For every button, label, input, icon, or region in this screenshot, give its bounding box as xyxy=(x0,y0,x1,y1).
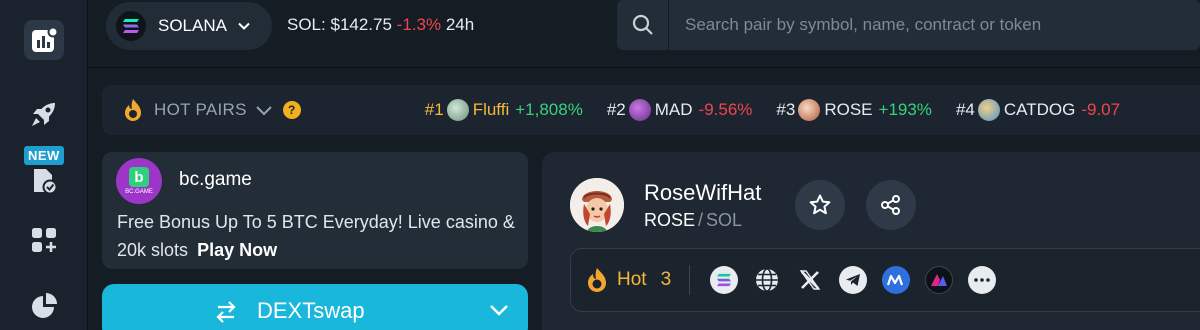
solana-logo-icon xyxy=(116,11,146,41)
hot-pairs-dropdown[interactable]: HOT PAIRS ? xyxy=(102,98,301,122)
token-links-bar: Hot 3 xyxy=(570,248,1200,312)
pie-chart-icon xyxy=(32,293,57,318)
search-bar xyxy=(617,0,1200,50)
help-icon[interactable]: ? xyxy=(282,101,301,119)
chart-icon xyxy=(32,26,58,52)
more-icon[interactable] xyxy=(968,266,997,294)
sidebar-item-documents[interactable] xyxy=(24,160,64,200)
telegram-icon[interactable] xyxy=(839,266,868,294)
token-avatar xyxy=(570,178,624,232)
dextswap-button[interactable]: DEXTswap xyxy=(102,284,528,330)
hot-pairs-list: #1 Fluffi +1,808% #2 MAD -9.56% #3 ROSE … xyxy=(425,99,1120,121)
hot-pair-item[interactable]: #4 CATDOG -9.07 xyxy=(956,99,1120,121)
share-button[interactable] xyxy=(866,180,916,230)
token-pair: ROSE / SOL xyxy=(644,210,743,230)
chain-selector[interactable]: SOLANA xyxy=(106,2,272,50)
swap-arrows-icon xyxy=(216,301,236,323)
hot-pair-item[interactable]: #1 Fluffi +1,808% xyxy=(425,99,583,121)
sidebar-item-rocket[interactable] xyxy=(24,94,64,134)
fluffi-coin-icon xyxy=(446,99,469,121)
sidebar-item-apps[interactable] xyxy=(24,220,64,260)
token-info-panel: RoseWifHat ROSE / SOL Hot 3 xyxy=(542,152,1200,330)
mad-coin-icon xyxy=(628,99,651,121)
coinmarketcap-icon[interactable] xyxy=(882,266,911,294)
share-icon xyxy=(881,195,900,215)
chain-name: SOLANA xyxy=(158,16,227,35)
sol-price: SOL: $142.75 -1.3% 24h xyxy=(287,15,475,34)
search-input[interactable] xyxy=(669,0,1200,50)
ad-text: Free Bonus Up To 5 BTC Everyday! Live ca… xyxy=(117,212,515,260)
hot-pair-item[interactable]: #2 MAD -9.56% xyxy=(607,99,752,121)
ad-cta-link[interactable]: Play Now xyxy=(197,240,277,260)
divider xyxy=(689,265,691,295)
dextswap-label: DEXTswap xyxy=(257,298,365,323)
document-check-icon xyxy=(34,169,58,195)
price-change: -1.3% xyxy=(396,15,442,34)
solana-icon[interactable] xyxy=(710,266,739,294)
apps-add-icon xyxy=(32,228,56,252)
ad-title: bc.game xyxy=(179,169,252,190)
fire-icon xyxy=(588,268,606,292)
globe-icon[interactable] xyxy=(753,266,781,294)
top-bar: SOLANA SOL: $142.75 -1.3% 24h xyxy=(88,0,1200,68)
hot-rank-tag: Hot 3 xyxy=(571,267,671,293)
search-icon xyxy=(632,14,653,35)
dextools-icon[interactable] xyxy=(925,266,954,294)
rose-coin-icon xyxy=(798,99,821,121)
rocket-icon xyxy=(32,103,55,126)
x-icon[interactable] xyxy=(796,266,824,294)
star-icon xyxy=(809,194,831,215)
hot-pair-item[interactable]: #3 ROSE +193% xyxy=(776,99,932,121)
sidebar-item-chart[interactable] xyxy=(24,20,64,60)
chevron-down-icon xyxy=(238,22,250,30)
chevron-down-icon xyxy=(490,305,508,316)
bcgame-logo: b BC.GAME xyxy=(116,158,162,204)
chevron-down-icon xyxy=(256,106,272,116)
search-button[interactable] xyxy=(617,0,669,50)
sidebar: NEW xyxy=(0,0,88,330)
sponsored-ad[interactable]: b BC.GAME bc.game Free Bonus Up To 5 BTC… xyxy=(102,152,528,269)
favorite-button[interactable] xyxy=(795,180,845,230)
hot-pairs-bar: HOT PAIRS ? #1 Fluffi +1,808% #2 MAD -9.… xyxy=(102,85,1200,135)
token-name: RoseWifHat xyxy=(644,180,762,205)
catdog-coin-icon xyxy=(977,99,1000,121)
fire-icon xyxy=(125,99,141,121)
sidebar-item-portfolio[interactable] xyxy=(24,286,64,326)
